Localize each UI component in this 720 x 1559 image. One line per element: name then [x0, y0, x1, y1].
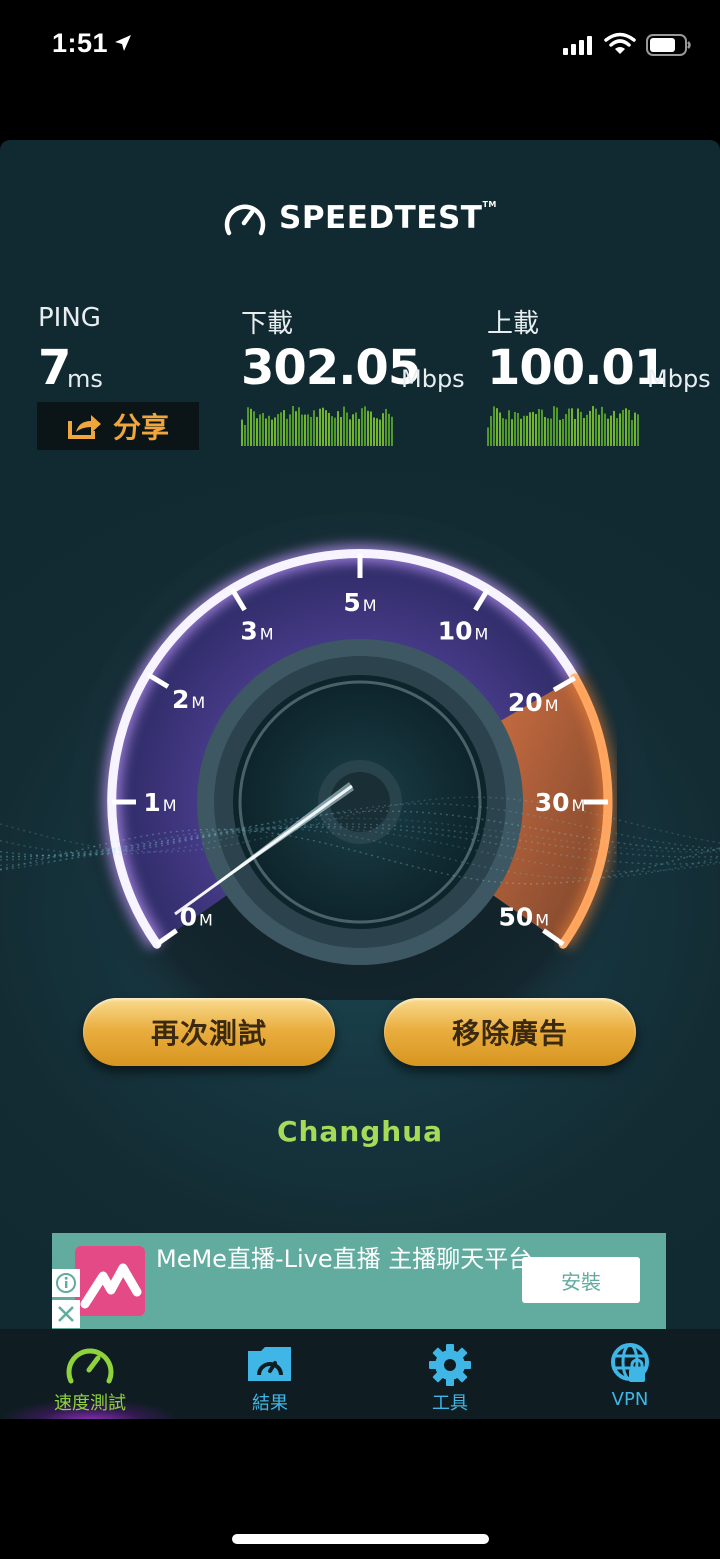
speedtest-app: SPEEDTESTTM PING 7 ms 下載 302.05 Mbps 上載 … — [0, 140, 720, 1332]
gear-icon — [429, 1344, 471, 1386]
results-folder-icon — [248, 1347, 291, 1381]
speedometer-icon — [66, 1348, 114, 1384]
vpn-globe-lock-icon — [611, 1343, 649, 1382]
tab-results[interactable]: 結果 — [180, 1329, 360, 1419]
ad-install-button[interactable]: 安裝 — [522, 1257, 640, 1303]
tab-speed-test[interactable]: 速度測試 — [0, 1329, 180, 1419]
location-arrow-icon — [115, 35, 131, 51]
ad-info-icon[interactable] — [52, 1269, 80, 1297]
ad-close-icon[interactable] — [52, 1300, 80, 1328]
speed-gauge: 0 M1 M2 M3 M5 M10 M20 M30 M50 M — [0, 512, 720, 1000]
home-indicator[interactable] — [232, 1534, 489, 1544]
status-bar: 1:51 — [0, 0, 720, 90]
wifi-icon — [604, 32, 636, 54]
ad-banner[interactable]: MeMe直播-Live直播 主播聊天平台 安裝 — [52, 1233, 666, 1329]
cellular-signal-icon — [563, 36, 592, 55]
tab-label-tools: 工具 — [432, 1393, 468, 1414]
tab-label-speed-test: 速度測試 — [54, 1393, 126, 1414]
status-time: 1:51 — [52, 28, 109, 58]
tab-bar: 速度測試 結果 工具 VPN — [0, 1329, 720, 1419]
battery-icon — [646, 34, 691, 56]
tab-label-vpn: VPN — [611, 1389, 649, 1410]
tab-vpn[interactable]: VPN — [540, 1329, 720, 1419]
ad-app-logo — [75, 1246, 145, 1316]
ad-title: MeMe直播-Live直播 主播聊天平台 — [156, 1245, 533, 1273]
gauge-hub-center — [330, 772, 390, 832]
server-location: Changhua — [276, 1115, 444, 1148]
tab-label-results: 結果 — [252, 1393, 288, 1414]
ad-logo-icon — [80, 1263, 142, 1309]
remove-ads-button[interactable]: 移除廣告 — [384, 998, 636, 1066]
retest-button[interactable]: 再次測試 — [83, 998, 335, 1066]
tab-tools[interactable]: 工具 — [360, 1329, 540, 1419]
